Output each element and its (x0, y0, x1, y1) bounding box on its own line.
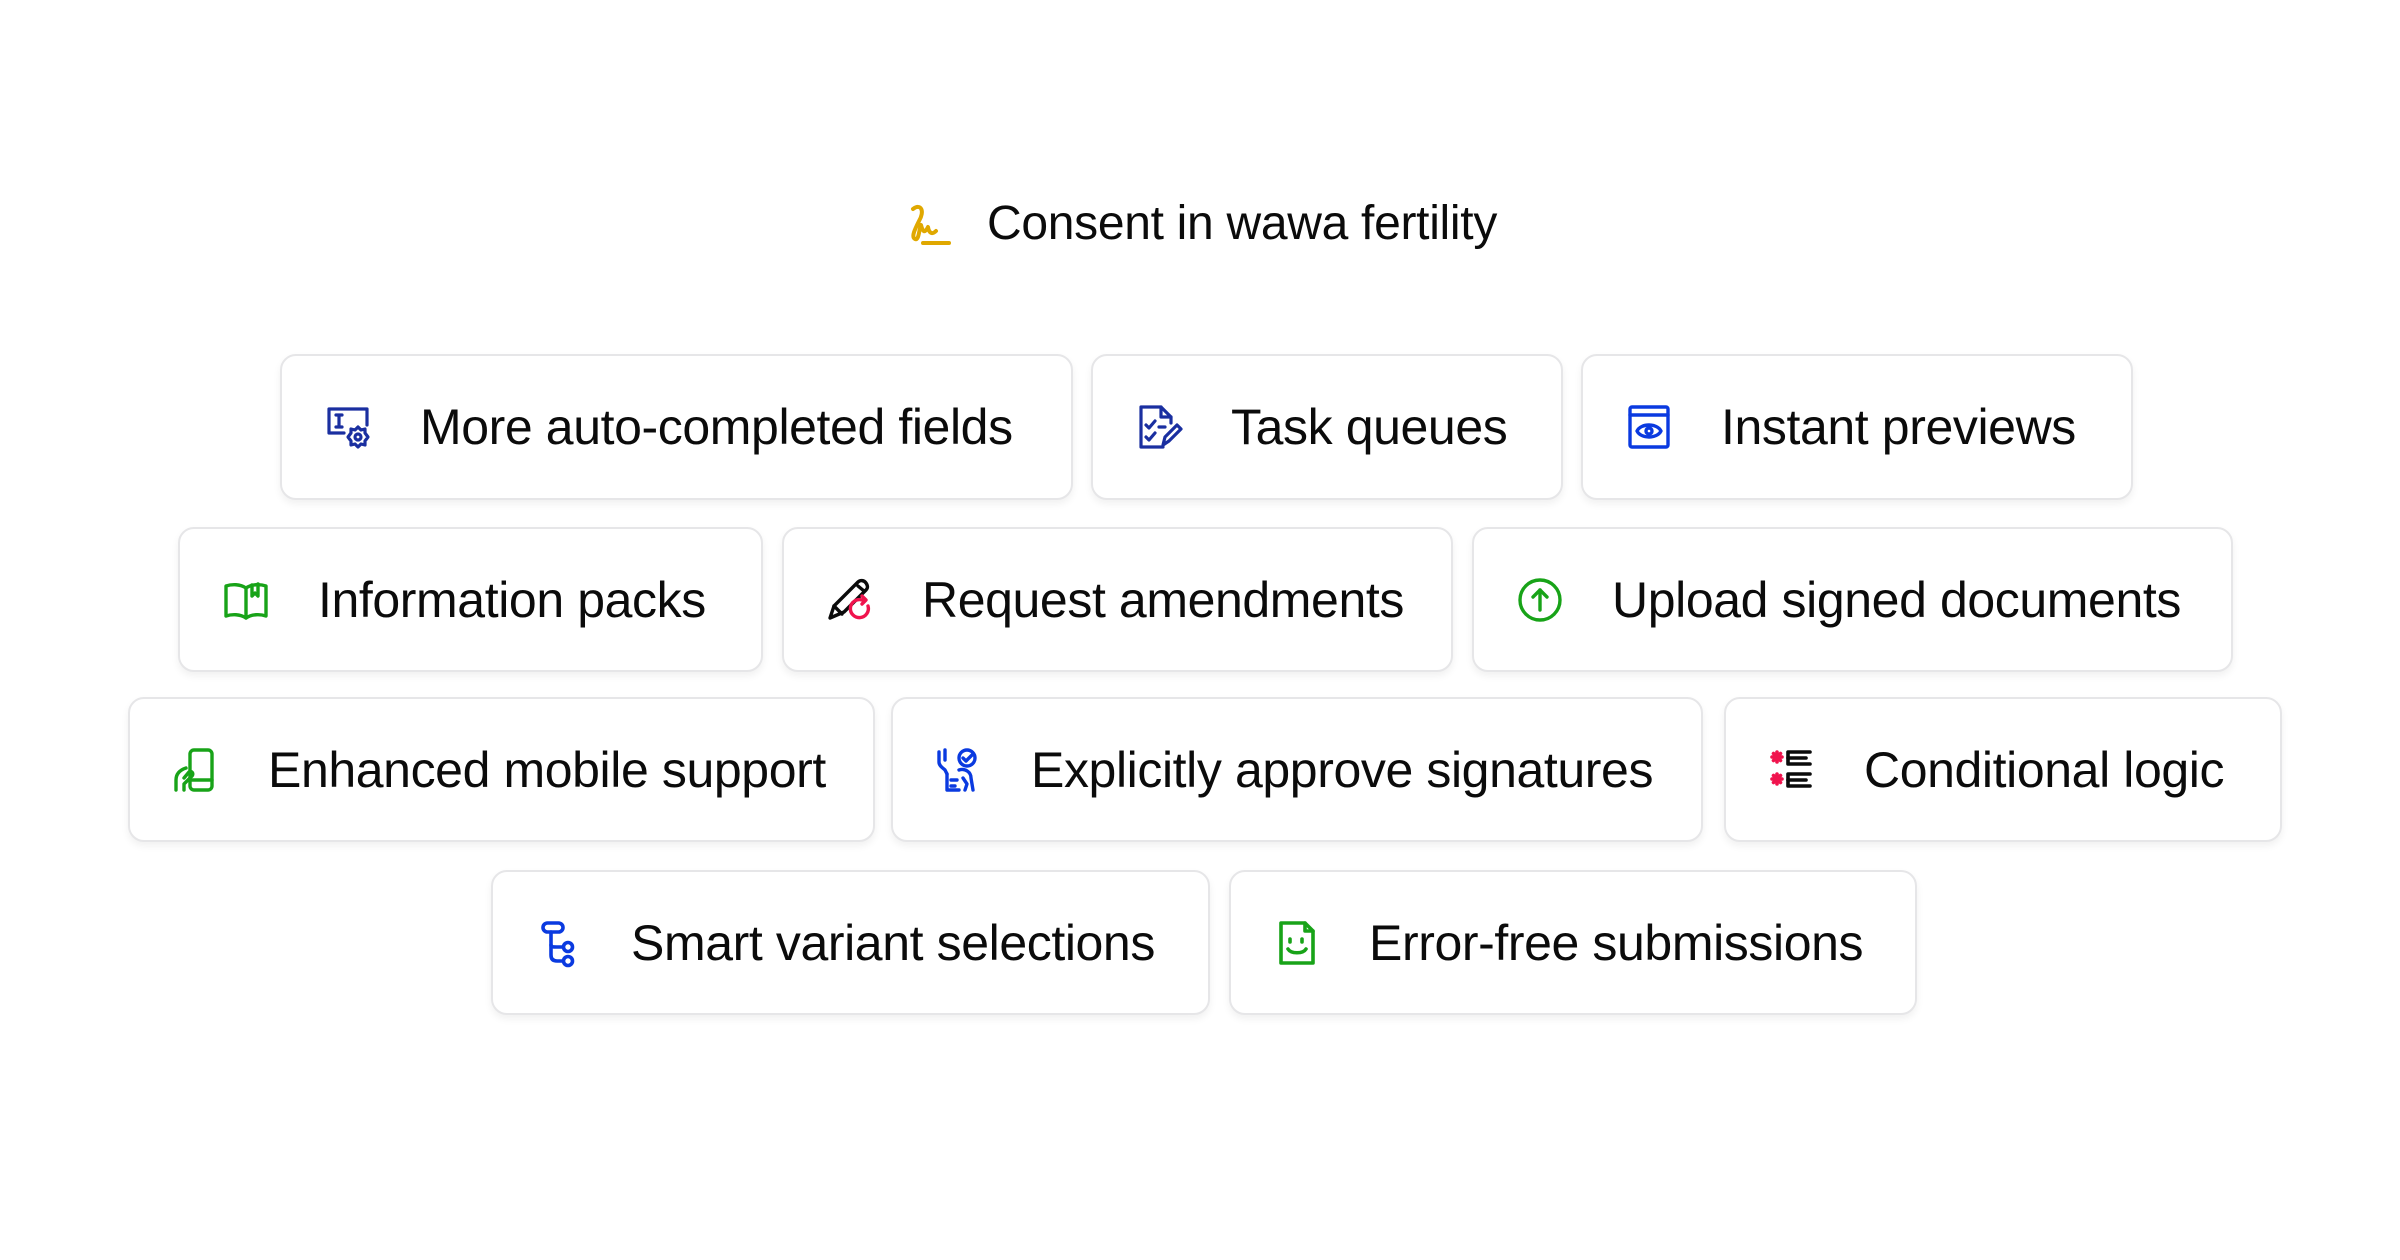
pencil-refresh-icon (824, 574, 876, 626)
checklist-pencil-icon (1133, 401, 1185, 453)
feature-card-upload-signed-documents: Upload signed documents (1472, 527, 2233, 672)
feature-label: Enhanced mobile support (268, 741, 826, 798)
upload-circle-icon (1514, 574, 1566, 626)
feature-card-enhanced-mobile-support: Enhanced mobile support (128, 697, 875, 842)
feature-label: Request amendments (922, 571, 1404, 628)
window-eye-icon (1623, 401, 1675, 453)
feature-label: Explicitly approve signatures (1031, 741, 1654, 798)
feature-label: Conditional logic (1864, 741, 2225, 798)
hand-phone-icon (170, 744, 222, 796)
branch-tree-icon (533, 917, 585, 969)
feature-card-instant-previews: Instant previews (1581, 354, 2133, 500)
page-title: Consent in wawa fertility (986, 197, 1498, 250)
page-header: Consent in wawa fertility (0, 196, 2400, 251)
feature-label: Error-free submissions (1369, 914, 1864, 971)
open-book-icon (220, 574, 272, 626)
text-field-gear-icon (322, 401, 374, 453)
feature-card-error-free-submissions: Error-free submissions (1229, 870, 1917, 1015)
person-approve-icon (933, 744, 985, 796)
smiley-document-icon (1271, 917, 1323, 969)
feature-card-auto-completed-fields: More auto-completed fields (280, 354, 1073, 500)
feature-label: Instant previews (1721, 399, 2076, 455)
feature-card-request-amendments: Request amendments (782, 527, 1453, 672)
feature-label: Information packs (318, 571, 706, 628)
feature-card-smart-variant-selections: Smart variant selections (491, 870, 1210, 1015)
signature-icon (910, 204, 951, 245)
feature-label: Upload signed documents (1612, 571, 2181, 628)
feature-card-information-packs: Information packs (178, 527, 763, 672)
feature-label: Task queues (1231, 399, 1508, 455)
feature-label: More auto-completed fields (420, 399, 1013, 455)
conditional-list-icon (1766, 744, 1818, 796)
feature-card-task-queues: Task queues (1091, 354, 1563, 500)
feature-card-explicitly-approve-signatures: Explicitly approve signatures (891, 697, 1703, 842)
feature-card-conditional-logic: Conditional logic (1724, 697, 2282, 842)
feature-label: Smart variant selections (631, 914, 1155, 971)
